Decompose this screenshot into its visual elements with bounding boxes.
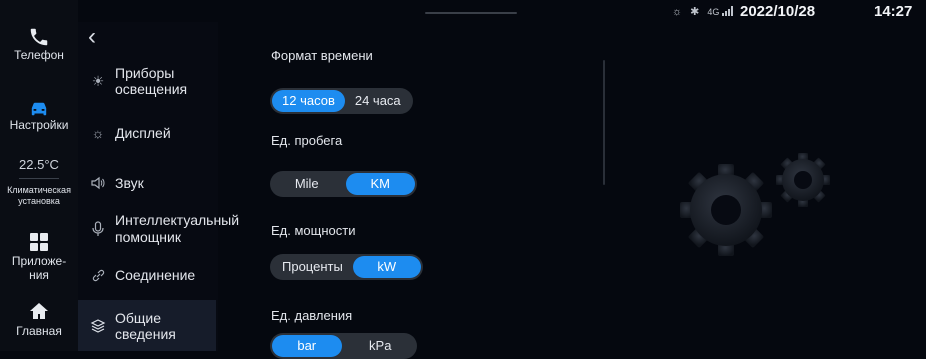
link-icon: [90, 267, 106, 283]
menu-item-label: Соединение: [115, 267, 196, 283]
notification-handle[interactable]: [425, 12, 517, 14]
chevron-left-icon: ‹: [88, 23, 96, 50]
pressure-unit-bar[interactable]: bar: [272, 335, 342, 357]
dock-home[interactable]: Главная: [0, 302, 78, 338]
power-unit-label: Ед. мощности: [271, 223, 356, 238]
power-unit-kw[interactable]: kW: [352, 256, 421, 278]
network-type: 4G: [707, 6, 720, 17]
app-dock: Телефон Настройки 22.5°C Климатическая у…: [0, 0, 78, 351]
light-bulb-icon: ☀: [91, 72, 105, 89]
speaker-icon: [90, 175, 106, 191]
sun-icon: ☼: [91, 125, 105, 141]
status-bar: ☼ ✱ 4G 2022/10/28 14:27: [0, 0, 926, 22]
apps-grid-icon: [30, 233, 48, 251]
time-format-12h[interactable]: 12 часов: [272, 90, 345, 112]
dock-phone-label: Телефон: [14, 48, 64, 62]
menu-item-connection[interactable]: Соединение: [90, 264, 218, 286]
do-not-disturb-icon: ☼: [672, 5, 683, 18]
dock-home-label: Главная: [16, 324, 62, 338]
dock-climate-label: Климатическая установка: [7, 185, 71, 206]
dock-apps-label: Приложе-ния: [11, 254, 67, 282]
home-icon: [30, 303, 48, 319]
pressure-unit-label: Ед. давления: [271, 308, 353, 323]
pressure-unit-toggle: bar kPa: [270, 333, 417, 359]
menu-item-label: Звук: [115, 175, 144, 191]
phone-icon: [30, 28, 48, 46]
menu-item-sound[interactable]: Звук: [90, 172, 218, 194]
menu-item-display[interactable]: ☼ Дисплей: [90, 122, 218, 144]
climate-temperature: 22.5°C: [19, 157, 59, 172]
status-time: 14:27: [874, 3, 913, 20]
time-format-24h[interactable]: 24 часа: [345, 90, 411, 112]
menu-item-lighting[interactable]: ☀ Приборы освещения: [90, 65, 218, 97]
menu-item-label: Общие сведения: [115, 309, 176, 342]
distance-unit-mile[interactable]: Mile: [272, 173, 342, 195]
back-button[interactable]: ‹: [88, 25, 96, 49]
dock-settings[interactable]: Настройки: [0, 100, 78, 132]
car-icon: [31, 102, 47, 116]
scroll-indicator[interactable]: [603, 60, 605, 185]
distance-unit-toggle: Mile KM: [270, 171, 417, 197]
bluetooth-icon: ✱: [690, 6, 700, 18]
menu-item-label: Дисплей: [115, 125, 171, 141]
layers-icon: [90, 318, 106, 334]
dock-phone[interactable]: Телефон: [0, 26, 78, 62]
power-unit-toggle: Проценты kW: [270, 254, 423, 280]
menu-item-assistant[interactable]: Интеллектуальный помощник: [90, 210, 240, 248]
time-format-label: Формат времени: [271, 48, 373, 63]
status-date: 2022/10/28: [740, 3, 816, 20]
menu-item-general[interactable]: Общие сведения: [78, 300, 216, 351]
menu-item-label: Интеллектуальный помощник: [115, 212, 240, 245]
distance-unit-km[interactable]: KM: [345, 173, 415, 195]
climate-divider: [19, 178, 59, 179]
dock-settings-label: Настройки: [9, 118, 69, 132]
microphone-icon: [90, 221, 106, 237]
distance-unit-label: Ед. пробега: [271, 133, 343, 148]
signal-icon: 4G: [707, 5, 734, 18]
dock-apps[interactable]: Приложе-ния: [0, 232, 78, 282]
dock-climate[interactable]: 22.5°C Климатическая установка: [0, 156, 78, 207]
pressure-unit-kpa[interactable]: kPa: [346, 335, 416, 357]
menu-item-label: Приборы освещения: [115, 65, 188, 97]
gears-icon: [680, 153, 830, 256]
power-unit-percent[interactable]: Проценты: [272, 256, 353, 278]
time-format-toggle: 12 часов 24 часа: [270, 88, 413, 114]
